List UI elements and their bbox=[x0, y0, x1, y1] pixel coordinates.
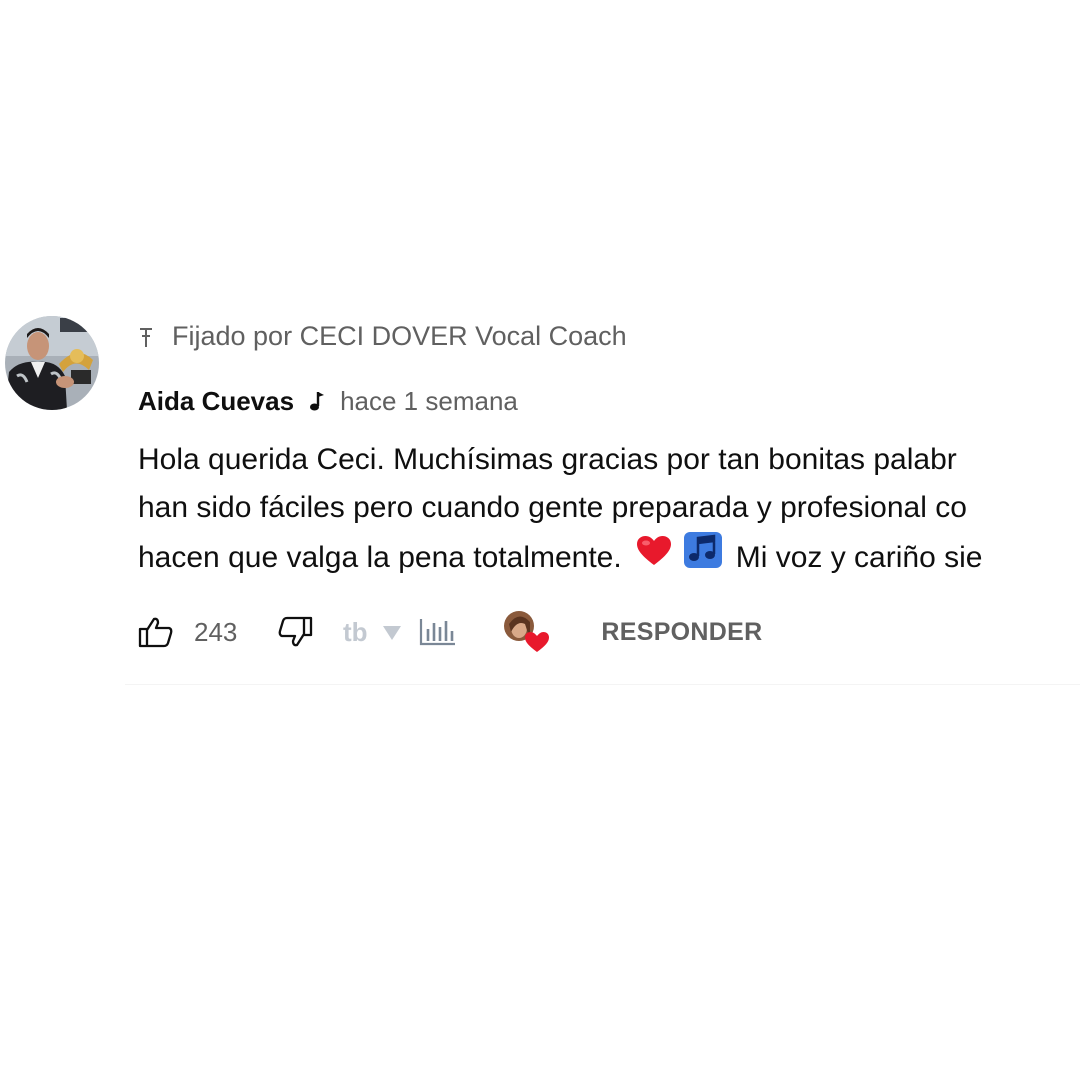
thumbs-up-icon bbox=[138, 617, 173, 648]
thumbs-down-icon bbox=[278, 616, 313, 647]
reply-button[interactable]: RESPONDER bbox=[601, 618, 762, 647]
caret-down-icon[interactable] bbox=[381, 622, 403, 642]
creator-heart-icon bbox=[503, 610, 551, 654]
like-button[interactable] bbox=[138, 616, 174, 648]
music-note-icon bbox=[308, 389, 326, 413]
comment-timestamp[interactable]: hace 1 semana bbox=[340, 386, 518, 417]
comment-actions: 243 tb RESPONDER bbox=[138, 610, 762, 654]
comment-line-text: Mi voz y cariño sie bbox=[735, 540, 983, 574]
comment-body: Hola querida Ceci. Muchísimas gracias po… bbox=[138, 436, 1080, 586]
comment-line: hacen que valga la pena totalmente. Mi v… bbox=[138, 532, 1080, 583]
author-avatar[interactable] bbox=[5, 316, 99, 410]
red-heart-emoji bbox=[636, 534, 672, 582]
like-count: 243 bbox=[194, 616, 238, 647]
comment-line-text: hacen que valga la pena totalmente. bbox=[138, 540, 622, 574]
pinned-comment: Fijado por CECI DOVER Vocal Coach Aida C… bbox=[0, 312, 1080, 692]
dislike-button[interactable] bbox=[277, 616, 313, 648]
comment-line: han sido fáciles pero cuando gente prepa… bbox=[138, 491, 967, 524]
comment-header: Aida Cuevas hace 1 semana bbox=[138, 384, 518, 418]
pin-icon bbox=[138, 325, 154, 347]
pinned-label: Fijado por CECI DOVER Vocal Coach bbox=[138, 320, 627, 352]
tb-extension-icon[interactable]: tb bbox=[343, 617, 377, 647]
svg-text:tb: tb bbox=[343, 617, 368, 647]
divider bbox=[125, 684, 1080, 685]
musical-notes-emoji bbox=[683, 532, 722, 583]
bar-chart-icon[interactable] bbox=[419, 617, 457, 647]
author-name[interactable]: Aida Cuevas bbox=[138, 386, 294, 417]
pinned-text: Fijado por CECI DOVER Vocal Coach bbox=[172, 320, 627, 351]
comment-line: Hola querida Ceci. Muchísimas gracias po… bbox=[138, 443, 957, 476]
